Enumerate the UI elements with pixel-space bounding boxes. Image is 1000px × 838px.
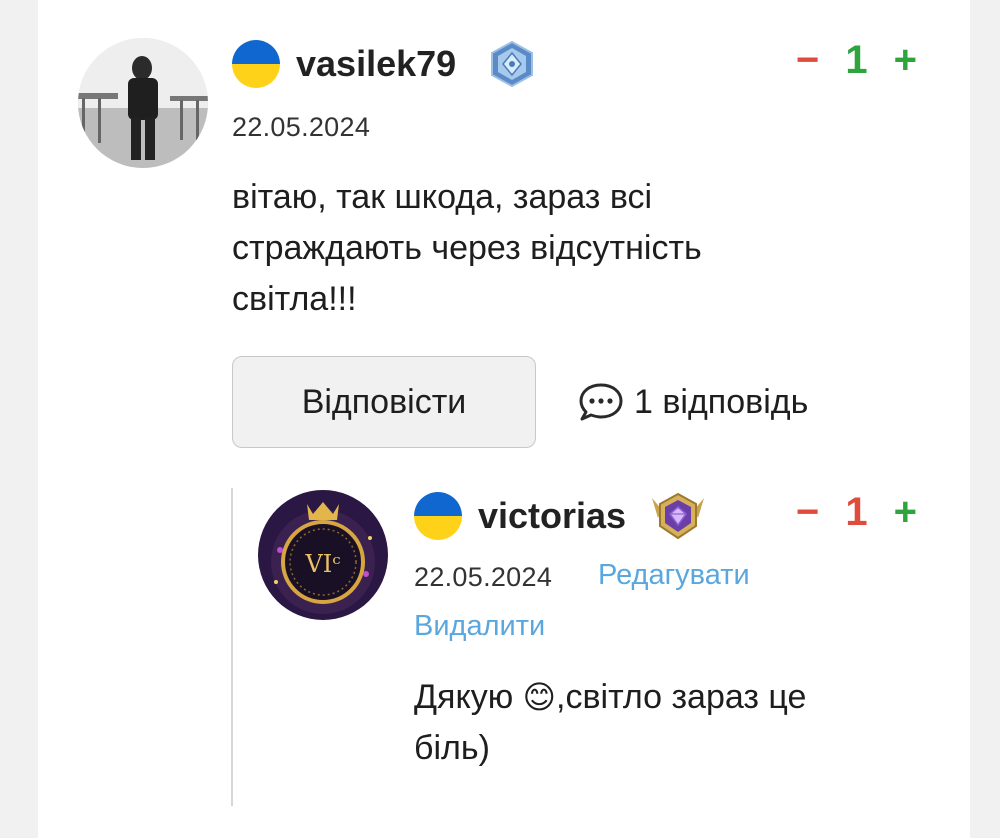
reply-button[interactable]: Відповісти: [232, 356, 536, 448]
reply-text-start: Дякую: [414, 678, 523, 716]
ukraine-flag-icon: [414, 492, 462, 540]
avatar-text: VIᶜ: [304, 550, 340, 578]
smiling-face-emoji-icon: 😊: [522, 679, 556, 715]
reply-date: 22.05.2024: [414, 562, 553, 592]
reply-votes: − 1 +: [796, 492, 917, 532]
user-rank-badge-icon: [488, 40, 536, 88]
reply-text-line: Дякую 😊,світло зараз це: [414, 672, 934, 723]
comment-text-line: вітаю, так шкода, зараз всі: [232, 178, 653, 216]
avatar[interactable]: VIᶜ: [258, 490, 388, 620]
comment-votes: − 1 +: [796, 40, 917, 80]
comment-date: 22.05.2024: [232, 112, 371, 142]
speech-bubble-icon: [578, 382, 624, 422]
avatar[interactable]: [78, 38, 208, 168]
vote-score: 1: [845, 38, 868, 82]
comment-text-line: світла!!!: [232, 280, 357, 318]
comment-text-line: страждають через відсутність: [232, 229, 702, 267]
vote-score: 1: [845, 490, 868, 534]
downvote-button[interactable]: −: [796, 40, 819, 80]
reply-text-end: ,світло зараз це: [556, 678, 807, 716]
replies-count: 1 відповідь: [634, 383, 809, 421]
comment-text: вітаю, так шкода, зараз всі страждають ч…: [232, 172, 852, 325]
upvote-button[interactable]: +: [894, 40, 917, 80]
replies-toggle[interactable]: 1 відповідь: [578, 382, 808, 422]
upvote-button[interactable]: +: [894, 492, 917, 532]
thread-line: [231, 488, 233, 806]
reply-text: Дякую 😊,світло зараз це біль): [414, 672, 934, 774]
ukraine-flag-icon: [232, 40, 280, 88]
edit-link[interactable]: Редагувати: [598, 561, 750, 590]
user-rank-badge-icon: [648, 488, 708, 544]
delete-link[interactable]: Видалити: [414, 612, 545, 641]
reply-username[interactable]: victorias: [478, 498, 626, 534]
comment-username[interactable]: vasilek79: [296, 46, 456, 82]
reply-text-line: біль): [414, 729, 490, 767]
downvote-button[interactable]: −: [796, 492, 819, 532]
